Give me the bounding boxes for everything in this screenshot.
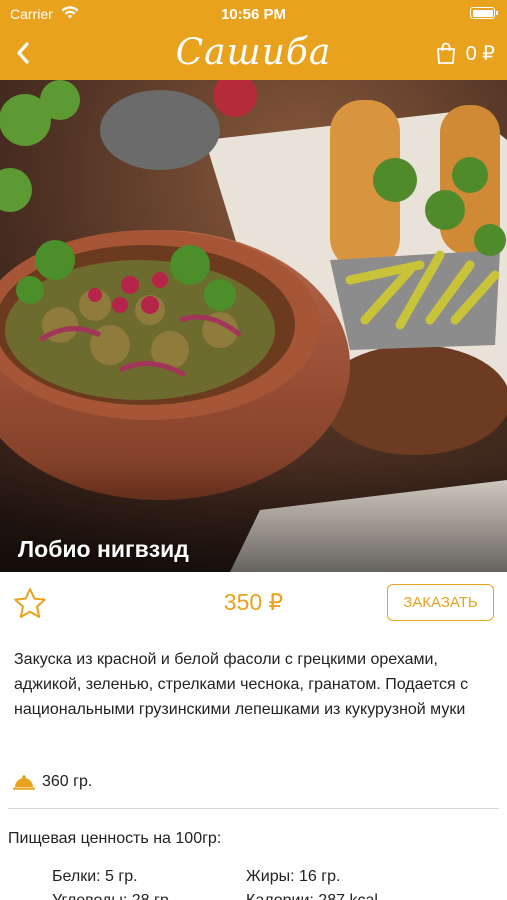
brand-logo: Сашиба: [175, 32, 332, 73]
cart-button[interactable]: 0 ₽: [434, 38, 495, 68]
nav-bar: Сашиба 0 ₽: [0, 28, 507, 80]
nutrition-title: Пищевая ценность на 100гр:: [8, 830, 222, 847]
dish-photo: Лобио нигвзид: [0, 80, 507, 572]
dish-description: Закуска из красной и белой фасоли с грец…: [14, 651, 469, 718]
action-row: 350 ₽ ЗАКАЗАТЬ: [0, 572, 507, 634]
order-button[interactable]: ЗАКАЗАТЬ: [387, 584, 494, 621]
status-bar: Carrier 10:56 PM: [0, 0, 507, 28]
cloche-icon: [13, 775, 35, 790]
dish-weight-value: 360 гр.: [42, 773, 93, 790]
battery-icon: [470, 7, 498, 19]
nutrition-carbs: Углеводы: 28 гр.: [52, 892, 173, 900]
top-bar: Carrier 10:56 PM Сашиба 0 ₽: [0, 0, 507, 80]
cart-total: 0 ₽: [465, 42, 495, 65]
dish-photo-illustration: [0, 80, 507, 572]
nutrition-protein: Белки: 5 гр.: [52, 868, 138, 885]
nutrition-calories: Калории: 287 kcal: [246, 892, 378, 900]
status-time: 10:56 PM: [220, 6, 287, 23]
divider: [8, 808, 499, 809]
dish-weight: 360 гр.: [12, 770, 92, 794]
nutrition-fat: Жиры: 16 гр.: [246, 868, 341, 885]
dish-title: Лобио нигвзид: [18, 536, 189, 562]
shopping-bag-icon: [436, 42, 455, 64]
